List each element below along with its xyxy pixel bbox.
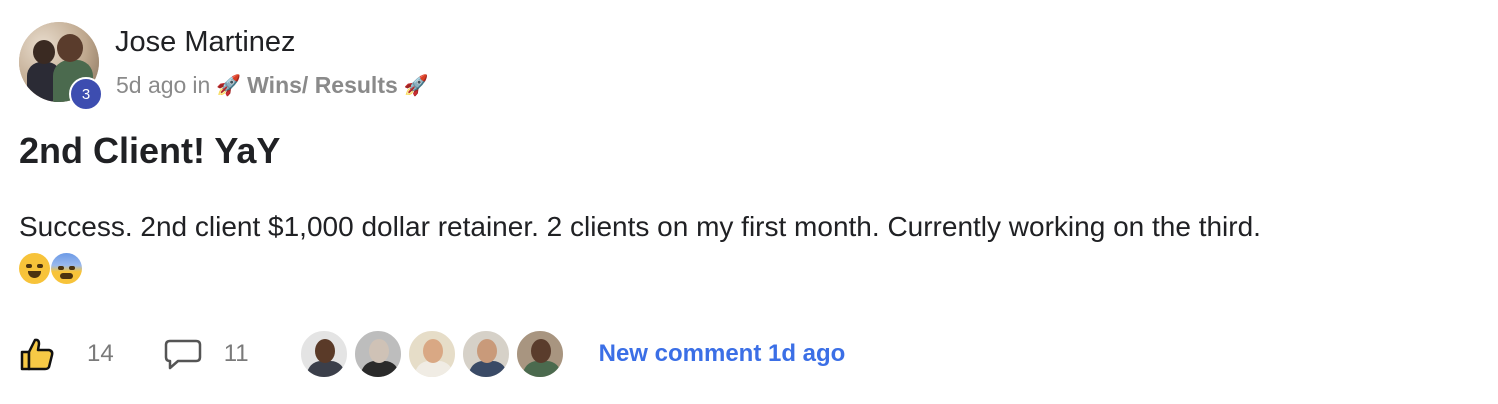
like-count: 14 <box>87 340 114 367</box>
comment-count: 11 <box>223 340 249 367</box>
author-avatar-wrap[interactable]: 3 <box>19 22 103 111</box>
fearful-sweat-emoji <box>51 253 82 284</box>
thumbs-up-icon[interactable] <box>19 336 55 372</box>
commenter-avatar[interactable] <box>298 329 349 379</box>
level-badge: 3 <box>69 77 103 111</box>
comment-button[interactable]: 11 <box>164 338 249 370</box>
commenter-avatar[interactable] <box>352 329 403 379</box>
commenter-avatar[interactable] <box>406 329 457 379</box>
grinning-sweat-emoji <box>19 253 50 284</box>
post-body: Success. 2nd client $1,000 dollar retain… <box>19 211 1261 242</box>
author-name[interactable]: Jose Martinez <box>115 26 296 59</box>
in-label: in <box>192 72 211 98</box>
commenter-avatars[interactable] <box>298 329 565 379</box>
category-link[interactable]: Wins/ Results <box>247 72 398 99</box>
rocket-icon: 🚀 <box>216 75 242 97</box>
comment-bubble-icon[interactable] <box>164 338 202 370</box>
like-button[interactable]: 14 <box>19 336 114 372</box>
commenter-avatar[interactable] <box>514 329 565 379</box>
rocket-icon: 🚀 <box>403 75 429 97</box>
new-comment-link[interactable]: New comment 1d ago <box>599 340 846 368</box>
post-title[interactable]: 2nd Client! YaY <box>19 130 280 172</box>
post-footer: 14 11 New comment 1d ago <box>19 326 845 382</box>
post-time: 5d ago <box>116 72 187 98</box>
post-card: 3 Jose Martinez 5d ago in 🚀 Wins/ Result… <box>0 0 1498 404</box>
post-meta: 5d ago in 🚀 Wins/ Results 🚀 <box>116 72 429 99</box>
emoji-line <box>19 253 82 284</box>
commenter-avatar[interactable] <box>460 329 511 379</box>
